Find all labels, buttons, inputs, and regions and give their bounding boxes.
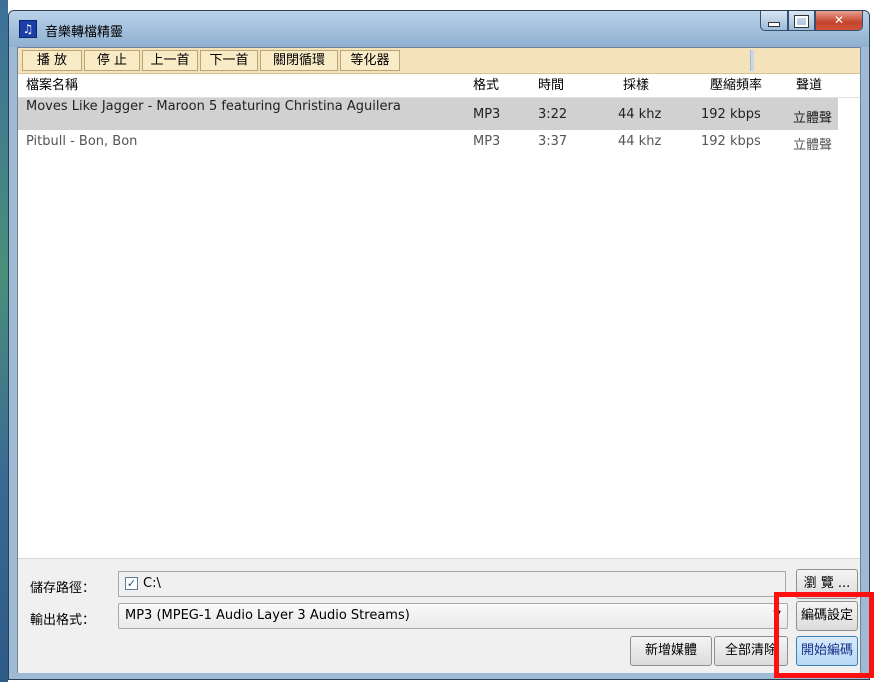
equalizer-button[interactable]: 等化器 — [340, 50, 400, 71]
title-bar[interactable]: ♫ 音樂轉檔精靈 ✕ — [9, 11, 869, 47]
table-row[interactable]: Pitbull - Bon, Bon MP3 3:37 44 khz 192 k… — [18, 132, 838, 153]
maximize-button[interactable] — [788, 11, 815, 31]
play-button[interactable]: 播 放 — [22, 50, 82, 71]
stop-button[interactable]: 停 止 — [84, 50, 140, 71]
output-format-select[interactable]: MP3 (MPEG-1 Audio Layer 3 Audio Streams)… — [118, 603, 788, 629]
file-list-header: 檔案名稱 格式 時間 採樣 壓縮頻率 聲道 — [18, 74, 860, 98]
save-path-field[interactable]: ✓ C:\ — [118, 571, 786, 597]
loop-toggle-button[interactable]: 關閉循環 — [260, 50, 338, 71]
next-track-button[interactable]: 下一首 — [200, 50, 258, 71]
save-path-value: C:\ — [143, 576, 161, 591]
previous-track-button[interactable]: 上一首 — [142, 50, 198, 71]
column-header-channel[interactable]: 聲道 — [796, 74, 822, 98]
row-time: 3:37 — [538, 134, 568, 149]
toolbar-separator — [750, 50, 754, 71]
save-path-checkbox[interactable]: ✓ — [125, 577, 138, 590]
window-title: 音樂轉檔精靈 — [45, 25, 124, 40]
window-controls: ✕ — [760, 11, 863, 31]
player-toolbar: 播 放 停 止 上一首 下一首 關閉循環 等化器 — [18, 48, 860, 74]
browse-button[interactable]: 瀏 覽 ... — [796, 569, 858, 599]
column-header-sample[interactable]: 採樣 — [623, 74, 649, 98]
chevron-down-icon: ▼ — [773, 609, 781, 620]
encode-settings-button[interactable]: 編碼設定 — [796, 601, 858, 631]
close-icon: ✕ — [833, 13, 845, 27]
row-channel: 立體聲 — [793, 138, 833, 153]
music-note-icon: ♫ — [19, 20, 37, 38]
row-format: MP3 — [473, 134, 501, 149]
desktop-edge — [0, 0, 8, 682]
clear-all-button[interactable]: 全部清除 — [714, 636, 788, 666]
row-name: Pitbull - Bon, Bon — [26, 134, 138, 149]
column-header-time[interactable]: 時間 — [538, 74, 564, 98]
column-header-format[interactable]: 格式 — [473, 74, 499, 98]
column-header-name[interactable]: 檔案名稱 — [26, 74, 78, 98]
row-bitrate: 192 kbps — [701, 134, 761, 149]
row-sample: 44 khz — [618, 107, 662, 122]
output-format-label: 輸出格式： — [30, 613, 96, 628]
row-channel: 立體聲 — [793, 111, 833, 126]
start-encode-button[interactable]: 開始編碼 — [796, 636, 858, 666]
row-bitrate: 192 kbps — [701, 107, 761, 122]
column-header-bitrate[interactable]: 壓縮頻率 — [710, 74, 762, 98]
minimize-button[interactable] — [760, 11, 788, 31]
output-format-value: MP3 (MPEG-1 Audio Layer 3 Audio Streams) — [125, 608, 410, 623]
row-format: MP3 — [473, 107, 501, 122]
table-row[interactable]: Moves Like Jagger - Maroon 5 featuring C… — [18, 98, 838, 130]
row-time: 3:22 — [538, 107, 568, 122]
add-media-button[interactable]: 新增媒體 — [630, 636, 712, 666]
app-window: ♫ 音樂轉檔精靈 ✕ 播 放 停 止 上一首 下一首 關閉循環 等化器 檔案名稱… — [8, 10, 870, 680]
row-sample: 44 khz — [618, 134, 662, 149]
row-name: Moves Like Jagger - Maroon 5 featuring C… — [26, 99, 401, 114]
client-area: 播 放 停 止 上一首 下一首 關閉循環 等化器 檔案名稱 格式 時間 採樣 壓… — [17, 47, 861, 673]
minimize-icon — [768, 22, 780, 27]
maximize-icon — [794, 15, 809, 28]
output-settings-panel: 儲存路徑： ✓ C:\ 瀏 覽 ... 輸出格式： MP3 (MPEG-1 Au… — [18, 558, 860, 673]
close-button[interactable]: ✕ — [815, 11, 863, 31]
save-path-label: 儲存路徑： — [30, 581, 96, 596]
